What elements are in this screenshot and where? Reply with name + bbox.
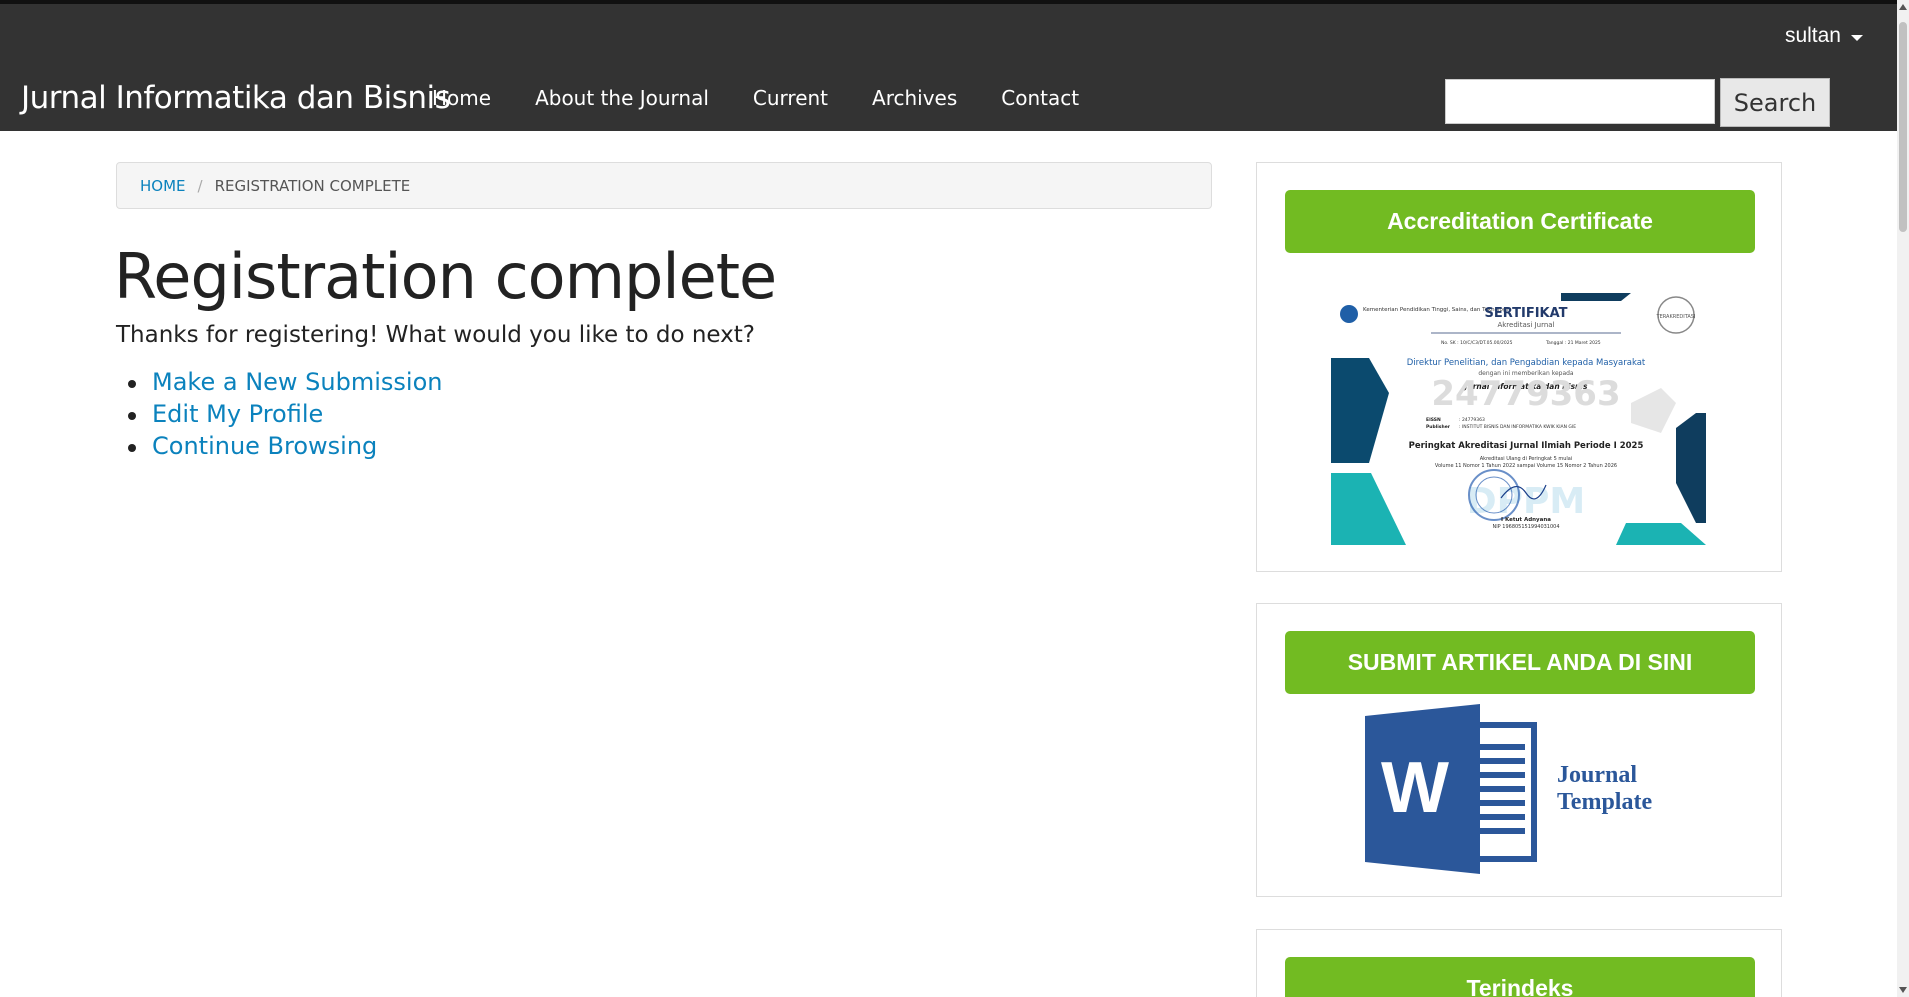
cert-director: Direktur Penelitian, dan Pengabdian kepa…: [1407, 358, 1646, 368]
cert-watermark: DPPM: [1467, 481, 1585, 522]
breadcrumb-home[interactable]: Home: [140, 177, 186, 195]
intro-text: Thanks for registering! What would you l…: [116, 322, 756, 348]
cert-date: Tanggal : 21 Maret 2025: [1545, 340, 1601, 346]
top-navbar: sultan Jurnal Informatika dan Bisnis Hom…: [0, 0, 1897, 131]
username: sultan: [1784, 24, 1841, 47]
page-scrollbar[interactable]: [1897, 0, 1909, 997]
breadcrumb-current: Registration Complete: [214, 176, 411, 195]
list-item: Make a New Submission: [127, 368, 442, 400]
cert-rank: Peringkat Akreditasi Jurnal Ilmiah Perio…: [1409, 441, 1644, 451]
submit-block: SUBMIT ARTIKEL ANDA DI SINI W Journal Te…: [1256, 603, 1782, 897]
word-letter: W: [1381, 748, 1449, 828]
cert-title: SERTIFIKAT: [1484, 306, 1567, 321]
cert-validity-2: Volume 11 Nomor 1 Tahun 2022 sampai Volu…: [1435, 463, 1617, 469]
ministry-logo-icon: [1340, 305, 1358, 323]
cert-eissn: : 24779363: [1459, 417, 1485, 423]
nav-about[interactable]: About the Journal: [535, 86, 709, 110]
journal-template-image[interactable]: W Journal Template: [1365, 704, 1685, 874]
template-line-2: Template: [1557, 789, 1652, 815]
accreditation-certificate-image[interactable]: TERAKREDITASI Kementerian Pendidikan Tin…: [1331, 293, 1706, 545]
cert-signer: I Ketut Adnyana: [1501, 517, 1551, 523]
accreditation-block: Accreditation Certificate TERAKREDITASI …: [1256, 162, 1782, 572]
indexed-button[interactable]: Terindeks: [1285, 957, 1755, 997]
list-item: Continue Browsing: [127, 432, 442, 464]
breadcrumb: Home / Registration Complete: [116, 162, 1212, 209]
site-title[interactable]: Jurnal Informatika dan Bisnis: [21, 80, 451, 116]
page-title: Registration complete: [114, 240, 777, 313]
search-input[interactable]: [1445, 79, 1715, 124]
cert-subtitle: Akreditasi Jurnal: [1497, 321, 1554, 329]
cert-big-number: 24779363: [1431, 374, 1620, 414]
breadcrumb-separator: /: [197, 176, 203, 195]
scrollbar-thumb[interactable]: [1899, 22, 1907, 232]
search-button[interactable]: Search: [1720, 78, 1830, 127]
template-line-1: Journal: [1557, 762, 1637, 788]
continue-browsing-link[interactable]: Continue Browsing: [152, 432, 377, 460]
caret-down-icon: [1851, 34, 1863, 41]
nav-contact[interactable]: Contact: [1001, 86, 1079, 110]
submit-article-button[interactable]: SUBMIT ARTIKEL ANDA DI SINI: [1285, 631, 1755, 694]
edit-profile-link[interactable]: Edit My Profile: [152, 400, 323, 428]
cert-badge: TERAKREDITASI: [1656, 314, 1696, 320]
scroll-up-arrow-icon[interactable]: [1899, 4, 1907, 10]
cert-eissn-label: EISSN: [1426, 417, 1441, 423]
cert-publisher-label: Publisher: [1426, 424, 1451, 430]
scroll-down-arrow-icon[interactable]: [1899, 987, 1907, 993]
nav-current[interactable]: Current: [753, 86, 828, 110]
cert-publisher: : INSTITUT BISNIS DAN INFORMATIKA KWIK K…: [1459, 424, 1576, 430]
next-actions-list: Make a New Submission Edit My Profile Co…: [127, 368, 442, 464]
accreditation-button[interactable]: Accreditation Certificate: [1285, 190, 1755, 253]
nav-home[interactable]: Home: [432, 86, 491, 110]
new-submission-link[interactable]: Make a New Submission: [152, 368, 442, 396]
cert-nip: NIP 196805151994031004: [1492, 524, 1559, 530]
list-item: Edit My Profile: [127, 400, 442, 432]
indexed-block: Terindeks: [1256, 929, 1782, 997]
main-nav: Home About the Journal Current Archives …: [432, 86, 1079, 110]
cert-sk-no: No. SK : 10/C/C3/DT.05.00/2025: [1441, 340, 1513, 346]
user-menu[interactable]: sultan: [1785, 24, 1863, 48]
nav-archives[interactable]: Archives: [872, 86, 957, 110]
cert-validity-1: Akreditasi Ulang di Peringkat 5 mulai: [1480, 456, 1572, 462]
